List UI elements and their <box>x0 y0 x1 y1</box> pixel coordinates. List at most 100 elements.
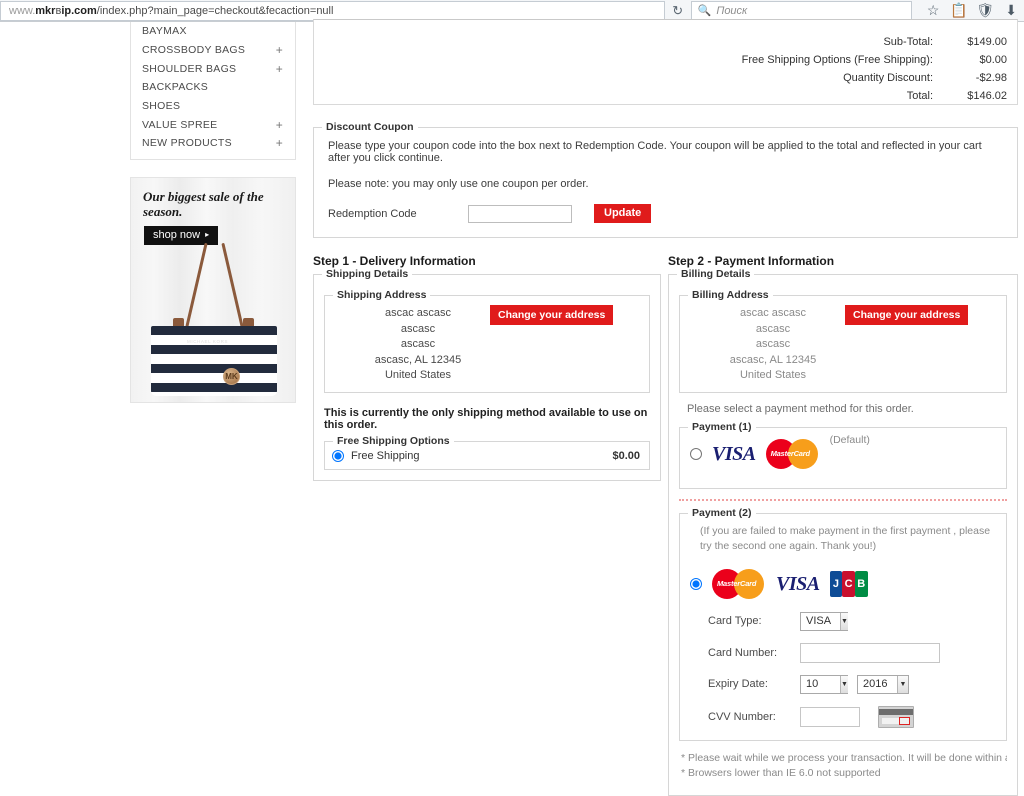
total-value: $149.00 <box>967 36 1007 48</box>
chevron-down-icon[interactable]: ▼ <box>897 675 908 693</box>
total-value: $0.00 <box>979 54 1007 66</box>
total-row: Sub-Total: $149.00 <box>314 36 1007 54</box>
visa-logo: VISA <box>712 442 756 465</box>
address-line: ascasc <box>400 338 436 350</box>
expiry-year-value: 2016 <box>863 678 888 690</box>
search-icon: 🔍 <box>697 5 712 17</box>
address-line: United States <box>384 369 452 381</box>
payment2-legend: Payment (2) <box>688 506 756 519</box>
payment-option-1[interactable]: Payment (1) VISA MasterCard (Default) <box>679 420 1007 489</box>
category-menu: BAYMAX CROSSBODY BAGS + SHOULDER BAGS + … <box>130 22 296 160</box>
address-bar[interactable]: www. mkr в ip.com/index.php?main_page=check… <box>0 0 665 21</box>
cvv-label: CVV Number: <box>708 710 776 723</box>
checkout-columns: Step 1 - Delivery Information Shipping D… <box>313 254 1018 796</box>
sidebar-item-baymax[interactable]: BAYMAX <box>131 22 295 41</box>
address-line: ascac ascasc <box>384 307 452 319</box>
sidebar-item-label: SHOES <box>142 100 181 113</box>
browser-search-input[interactable]: 🔍 Поиск <box>690 0 913 21</box>
card-type-select[interactable]: VISA ▼ <box>800 611 848 631</box>
payment-information-column: Step 2 - Payment Information Billing Det… <box>668 254 1018 796</box>
cvv-row: CVV Number: <box>690 705 996 728</box>
billing-details-legend: Billing Details <box>677 268 755 280</box>
coupon-legend: Discount Coupon <box>322 121 418 133</box>
checkout-main: Sub-Total: $149.00 Free Shipping Options… <box>313 19 1018 796</box>
discount-coupon-section: Discount Coupon Please type your coupon … <box>313 121 1018 238</box>
url-host-part2: ip.com <box>61 4 97 17</box>
shipping-option-name: Free Shipping <box>351 449 420 462</box>
card-number-row: Card Number: <box>690 642 996 663</box>
change-billing-address-button[interactable]: Change your address <box>845 305 969 325</box>
reload-icon[interactable]: ↻ <box>665 1 691 21</box>
shipping-option-row[interactable]: Free Shipping $0.00 <box>332 449 640 462</box>
coupon-note: Please note: you may only use one coupon… <box>328 178 589 190</box>
expand-icon[interactable]: + <box>276 119 283 131</box>
payment2-radio[interactable] <box>690 577 702 590</box>
bag-body <box>151 325 277 396</box>
card-type-value: VISA <box>806 615 832 627</box>
chevron-down-icon[interactable]: ▼ <box>840 612 848 630</box>
total-value: $146.02 <box>967 90 1007 102</box>
sidebar-item-label: NEW PRODUCTS <box>142 137 232 150</box>
sidebar-item-backpacks[interactable]: BACKPACKS <box>131 78 295 97</box>
handbag-image: MICHAEL KORS MK <box>143 238 285 398</box>
card-type-row: Card Type: VISA ▼ <box>690 611 996 631</box>
free-shipping-options-section: Free Shipping Options Free Shipping $0.0… <box>324 434 650 470</box>
total-label: Total: <box>906 90 933 102</box>
total-label: Quantity Discount: <box>843 72 933 84</box>
payment2-row[interactable]: MasterCard VISA J C B <box>690 568 996 600</box>
cvv-input[interactable] <box>800 706 860 727</box>
select-payment-method-text: Please select a payment method for this … <box>687 402 914 415</box>
bag-charm: MK <box>223 367 240 385</box>
expand-icon[interactable]: + <box>276 63 283 75</box>
sidebar-item-value-spree[interactable]: VALUE SPREE + <box>131 115 295 134</box>
billing-address-lines: ascac ascasc ascasc ascasc ascasc, AL 12… <box>688 306 858 384</box>
bag-strap-right <box>221 242 244 328</box>
total-label: Free Shipping Options (Free Shipping): <box>741 54 933 66</box>
visa-logo: VISA <box>776 572 820 595</box>
shipping-address-lines: ascac ascasc ascasc ascasc ascasc, AL 12… <box>333 306 503 384</box>
payment1-default-label: (Default) <box>829 433 870 446</box>
card-number-label: Card Number: <box>708 646 778 659</box>
sidebar-item-crossbody-bags[interactable]: CROSSBODY BAGS + <box>131 41 295 60</box>
total-value: -$2.98 <box>975 72 1007 84</box>
billing-details-section: Billing Details Billing Address ascac as… <box>668 268 1018 796</box>
change-shipping-address-button[interactable]: Change your address <box>490 305 614 325</box>
expand-icon[interactable]: + <box>276 137 283 149</box>
payment1-row[interactable]: VISA MasterCard (Default) <box>690 434 996 470</box>
free-shipping-radio[interactable] <box>332 449 344 462</box>
redemption-row: Redemption Code Update <box>328 204 1003 223</box>
payment-divider <box>679 498 1007 501</box>
footnote: * Browsers lower than IE 6.0 not support… <box>681 766 881 779</box>
sidebar-item-label: BAYMAX <box>142 25 187 38</box>
chevron-down-icon[interactable]: ▼ <box>840 675 848 693</box>
jcb-letter-c: C <box>842 570 855 597</box>
shipping-details-section: Shipping Details Shipping Address ascac … <box>313 268 661 481</box>
jcb-letter-j: J <box>829 570 843 597</box>
payment-option-2[interactable]: Payment (2) (If you are failed to make p… <box>679 506 1007 741</box>
sidebar-item-new-products[interactable]: NEW PRODUCTS + <box>131 134 295 153</box>
sidebar-item-label: SHOULDER BAGS <box>142 62 237 75</box>
sidebar-item-shoulder-bags[interactable]: SHOULDER BAGS + <box>131 59 295 78</box>
total-row: Total: $146.02 <box>314 90 1007 108</box>
expand-icon[interactable]: + <box>276 44 283 56</box>
card-number-input[interactable] <box>800 642 940 663</box>
redemption-code-input[interactable] <box>468 204 572 223</box>
expiry-month-select[interactable]: 10 ▼ <box>800 674 848 694</box>
sidebar-item-shoes[interactable]: SHOES <box>131 97 295 116</box>
step2-title: Step 2 - Payment Information <box>668 254 835 268</box>
address-line: ascasc, AL 12345 <box>374 353 462 366</box>
shipping-method-note: This is currently the only shipping meth… <box>324 406 648 431</box>
address-line: ascac ascasc <box>739 307 807 319</box>
total-row: Free Shipping Options (Free Shipping): $… <box>314 54 1007 72</box>
payment1-radio[interactable] <box>690 447 702 460</box>
bag-brand-label: MICHAEL KORS <box>187 338 229 344</box>
page-content: BAYMAX CROSSBODY BAGS + SHOULDER BAGS + … <box>0 19 1024 796</box>
cvv-highlight <box>899 716 910 725</box>
update-coupon-button[interactable]: Update <box>594 204 652 223</box>
expiry-year-select[interactable]: 2016 ▼ <box>857 674 909 694</box>
sidebar-item-label: VALUE SPREE <box>142 118 218 131</box>
jcb-logo: J C B <box>829 570 868 597</box>
promo-banner[interactable]: Our biggest sale of the season. shop now… <box>130 176 296 403</box>
shipping-option-price: $0.00 <box>612 449 640 462</box>
sidebar-item-label: CROSSBODY BAGS <box>142 44 246 57</box>
